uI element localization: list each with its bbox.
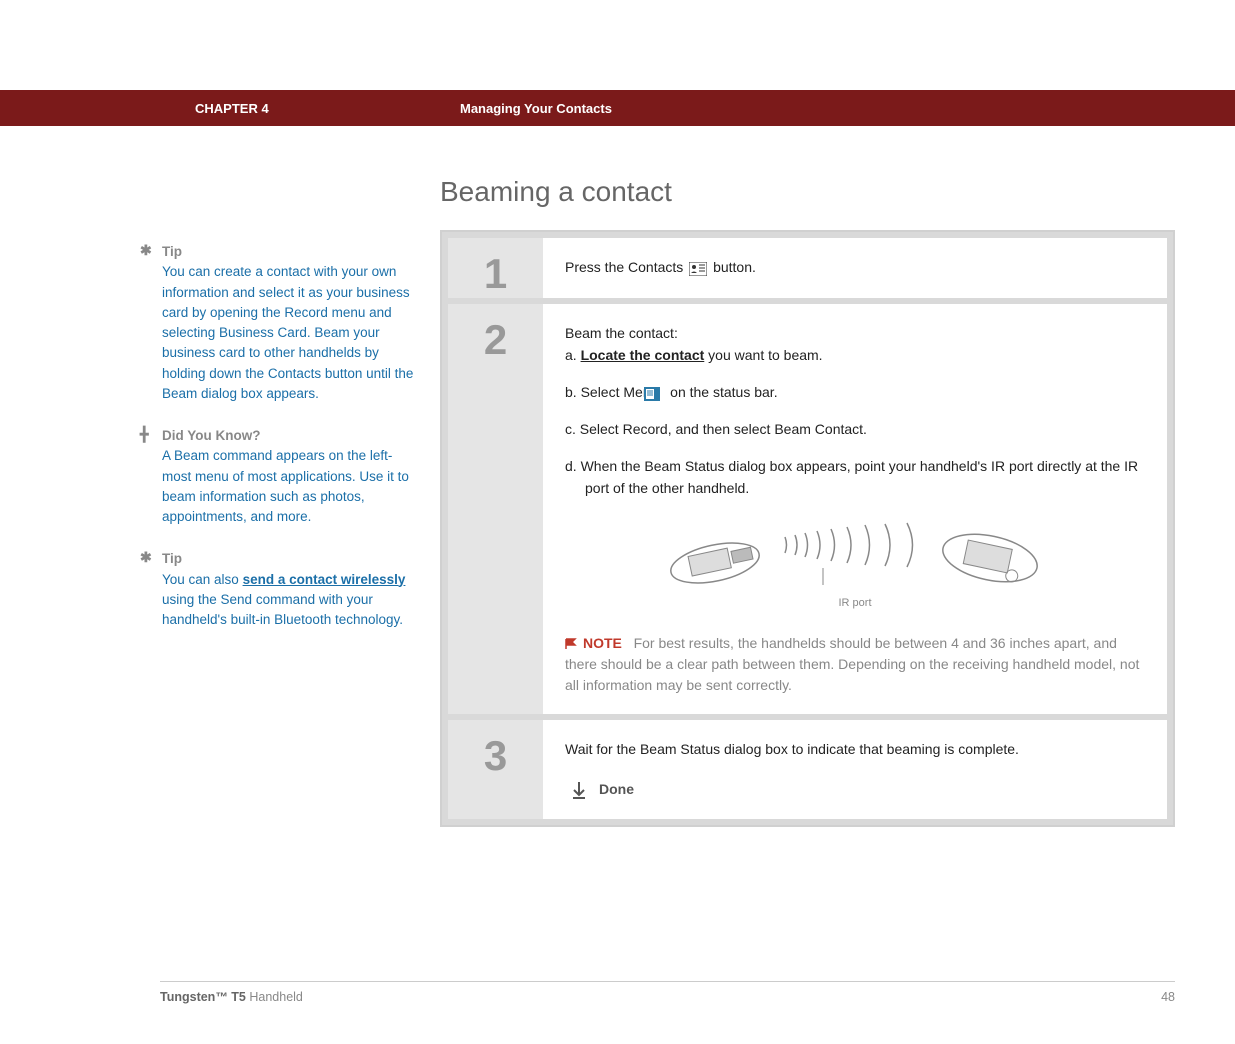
asterisk-icon: ✱ [140,549,158,566]
tip-text: You can also send a contact wirelessly u… [162,570,420,631]
step-3: 3 Wait for the Beam Status dialog box to… [448,720,1167,819]
step-content: Beam the contact: a. Locate the contact … [543,304,1167,714]
tip-heading: Tip [162,549,420,569]
tip-text: You can create a contact with your own i… [162,262,420,404]
plus-icon: ╋ [140,426,158,443]
done-arrow-icon [571,778,587,800]
note-text: For best results, the handhelds should b… [565,635,1139,693]
sub-b-after: on the status bar. [670,384,777,400]
chapter-header: CHAPTER 4 Managing Your Contacts [0,90,1235,126]
done-label: Done [599,778,634,800]
step-1: 1 Press the Contacts [448,238,1167,298]
chapter-title: Managing Your Contacts [460,101,612,116]
tip2-after: using the Send command with your handhel… [162,592,403,627]
note-flag-icon [565,633,579,654]
sub-a-after: you want to beam. [704,347,822,363]
note-block: NOTE For best results, the handhelds sho… [565,633,1145,696]
substep-c: c. Select Record, and then select Beam C… [565,418,1145,440]
send-contact-wirelessly-link[interactable]: send a contact wirelessly [243,572,406,587]
step-number: 3 [484,732,507,780]
chapter-label: CHAPTER 4 [195,101,460,116]
contacts-icon [689,257,707,279]
main-content: Beaming a contact 1 Press the Contacts [440,176,1175,827]
content-area: ✱ Tip You can create a contact with your… [0,126,1235,827]
step-content: Wait for the Beam Status dialog box to i… [543,720,1167,819]
ir-port-label: IR port [565,595,1145,613]
product-bold: Tungsten™ T5 [160,990,246,1004]
page-title: Beaming a contact [440,176,1175,208]
ir-beam-diagram: IR port [565,513,1145,613]
step2-intro: Beam the contact: [565,322,1145,344]
step1-before: Press the Contacts [565,259,687,275]
substep-a: a. Locate the contact you want to beam. [565,344,1145,366]
locate-contact-link[interactable]: Locate the contact [581,347,705,363]
step-number: 2 [484,316,507,364]
page-footer: Tungsten™ T5 Handheld 48 [160,981,1175,1004]
substep-b: b. Select Menu on the st [565,381,1145,404]
step-number: 1 [484,250,507,298]
step1-after: button. [713,259,756,275]
note-label: NOTE [583,635,622,651]
step-2: 2 Beam the contact: a. Locate the contac… [448,304,1167,714]
product-rest: Handheld [246,990,303,1004]
product-name: Tungsten™ T5 Handheld [160,990,303,1004]
step-number-cell: 3 [448,720,543,819]
tip-heading: Tip [162,242,420,262]
tip2-before: You can also [162,572,243,587]
step-content: Press the Contacts button. [543,238,1167,298]
step-number-cell: 2 [448,304,543,714]
asterisk-icon: ✱ [140,242,158,259]
step-number-cell: 1 [448,238,543,298]
sub-a-prefix: a. [565,347,581,363]
steps-container: 1 Press the Contacts [440,230,1175,827]
did-you-know: ╋ Did You Know? A Beam command appears o… [140,426,420,527]
step3-text: Wait for the Beam Status dialog box to i… [565,738,1145,760]
dyk-text: A Beam command appears on the left-most … [162,446,420,527]
tip-1: ✱ Tip You can create a contact with your… [140,242,420,404]
substep-d: d. When the Beam Status dialog box appea… [565,455,1145,500]
dyk-heading: Did You Know? [162,426,420,446]
done-indicator: Done [565,778,1145,800]
page-number: 48 [1161,990,1175,1004]
sidebar: ✱ Tip You can create a contact with your… [140,176,440,827]
tip-2: ✱ Tip You can also send a contact wirele… [140,549,420,630]
